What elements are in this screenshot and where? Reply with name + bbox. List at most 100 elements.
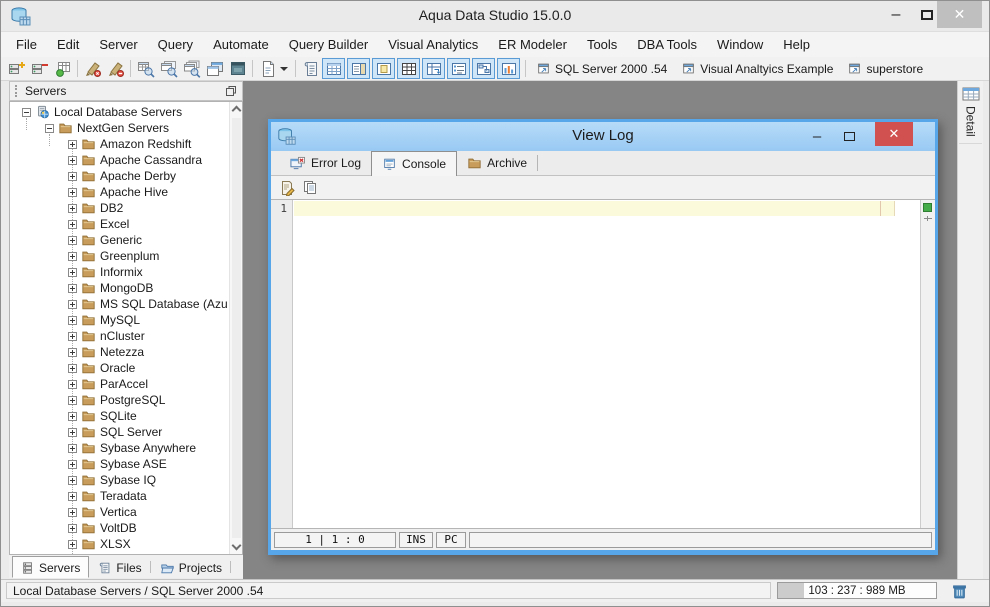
console-editor[interactable]: 1 [271, 199, 935, 529]
expand-toggle-icon[interactable] [68, 299, 77, 309]
expand-toggle-icon[interactable] [68, 491, 77, 501]
toolbar-window-button[interactable]: SQL Server 2000 .54 [529, 60, 674, 78]
dialog-title-bar[interactable]: View Log – ✕ [271, 122, 935, 151]
menu-item[interactable]: Window [707, 33, 773, 56]
tree-item[interactable]: nCluster [12, 328, 227, 344]
tree-item[interactable]: Sybase ASE [12, 456, 227, 472]
er-diagram-view-button[interactable] [472, 58, 495, 79]
menu-item[interactable]: ER Modeler [488, 33, 577, 56]
expand-toggle-icon[interactable] [68, 523, 77, 533]
toolbar-window-button[interactable]: Visual Analtyics Example [674, 60, 840, 78]
expand-toggle-icon[interactable] [68, 187, 77, 197]
menu-item[interactable]: Help [773, 33, 820, 56]
expand-toggle-icon[interactable] [68, 347, 77, 357]
expand-toggle-icon[interactable] [68, 283, 77, 293]
tree-item[interactable]: Oracle [12, 360, 227, 376]
list-view-button[interactable] [447, 58, 470, 79]
expand-toggle-icon[interactable] [68, 331, 77, 341]
expand-toggle-icon[interactable] [68, 267, 77, 277]
copy-button[interactable] [302, 180, 318, 196]
menu-item[interactable]: Query Builder [279, 33, 378, 56]
expand-toggle-icon[interactable] [68, 427, 77, 437]
tree-item[interactable] [12, 552, 227, 554]
tree-item[interactable]: NextGen Servers [12, 120, 227, 136]
tree-item[interactable]: ParAccel [12, 376, 227, 392]
tree-item[interactable]: Netezza [12, 344, 227, 360]
toolbar-window-button[interactable]: superstore [840, 60, 930, 78]
tree-item[interactable]: Sybase IQ [12, 472, 227, 488]
tree-item[interactable]: MySQL [12, 312, 227, 328]
tree-item[interactable]: Vertica [12, 504, 227, 520]
detail-tab[interactable]: Detail [959, 84, 982, 144]
expand-toggle-icon[interactable] [68, 507, 77, 517]
expand-toggle-icon[interactable] [68, 139, 77, 149]
expand-toggle-icon[interactable] [68, 363, 77, 373]
tree-item[interactable]: DB2 [12, 200, 227, 216]
tree-item[interactable]: Apache Hive [12, 184, 227, 200]
tree-item[interactable]: Generic [12, 232, 227, 248]
expand-toggle-icon[interactable] [68, 219, 77, 229]
expand-toggle-icon[interactable] [68, 171, 77, 181]
servers-panel-header[interactable]: Servers [9, 81, 243, 101]
grid-view-button[interactable] [322, 58, 345, 79]
dialog-tab[interactable]: Archive [457, 151, 539, 175]
connect-table-button[interactable] [51, 58, 74, 79]
panel-tab[interactable]: Projects [151, 556, 232, 578]
unregister-server-button[interactable] [28, 58, 51, 79]
tree-item[interactable]: Excel [12, 216, 227, 232]
register-server-button[interactable] [5, 58, 28, 79]
menu-item[interactable]: DBA Tools [627, 33, 707, 56]
find-table-windows-button[interactable] [180, 58, 203, 79]
tree-item[interactable]: VoltDB [12, 520, 227, 536]
tree-item[interactable]: Amazon Redshift [12, 136, 227, 152]
expand-toggle-icon[interactable] [68, 459, 77, 469]
drag-grip-icon[interactable] [15, 85, 18, 97]
menu-item[interactable]: File [6, 33, 47, 56]
tree-item[interactable]: Apache Cassandra [12, 152, 227, 168]
expand-toggle-icon[interactable] [68, 315, 77, 325]
panel-tab[interactable]: Files [89, 556, 152, 578]
float-panel-icon[interactable] [225, 85, 237, 97]
dialog-tab[interactable]: Console [371, 151, 458, 176]
cleanup-brush-remove-button[interactable] [104, 58, 127, 79]
table-view-button[interactable] [397, 58, 420, 79]
document-view-button[interactable] [372, 58, 395, 79]
garbage-collect-icon[interactable] [951, 583, 969, 600]
find-table-window-button[interactable] [157, 58, 180, 79]
chart-view-button[interactable] [497, 58, 520, 79]
cascade-windows-button[interactable] [203, 58, 226, 79]
tree-item[interactable]: MS SQL Database (Azure) [12, 296, 227, 312]
tree-item[interactable]: Local Database Servers [12, 104, 227, 120]
minimize-button[interactable]: – [883, 1, 909, 29]
scroll-down-icon[interactable] [231, 540, 242, 551]
cleanup-brush-button[interactable] [81, 58, 104, 79]
expand-toggle-icon[interactable] [68, 155, 77, 165]
menu-item[interactable]: Automate [203, 33, 279, 56]
menu-item[interactable]: Server [89, 33, 147, 56]
expand-toggle-icon[interactable] [68, 379, 77, 389]
menu-item[interactable]: Edit [47, 33, 89, 56]
expand-toggle-icon[interactable] [68, 443, 77, 453]
tree-item[interactable]: Teradata [12, 488, 227, 504]
find-table-button[interactable] [134, 58, 157, 79]
dialog-tab[interactable]: Error Log [279, 151, 373, 175]
tree-item[interactable]: SQLite [12, 408, 227, 424]
new-file-button[interactable] [256, 58, 279, 79]
tree-item[interactable]: PostgreSQL [12, 392, 227, 408]
tree-item[interactable]: XLSX [12, 536, 227, 552]
menu-item[interactable]: Tools [577, 33, 627, 56]
tree-item[interactable]: Apache Derby [12, 168, 227, 184]
edit-document-button[interactable] [279, 180, 295, 196]
tree-scrollbar[interactable] [229, 102, 242, 554]
expand-toggle-icon[interactable] [68, 251, 77, 261]
tree-item[interactable]: SQL Server [12, 424, 227, 440]
panel-tab[interactable]: Servers [12, 556, 90, 578]
expand-toggle-icon[interactable] [68, 235, 77, 245]
tree-item[interactable]: Sybase Anywhere [12, 440, 227, 456]
expand-toggle-icon[interactable] [68, 539, 77, 549]
form-view-button[interactable] [347, 58, 370, 79]
expand-toggle-icon[interactable] [45, 123, 54, 133]
dialog-maximize-button[interactable] [837, 124, 861, 148]
expand-toggle-icon[interactable] [68, 203, 77, 213]
dialog-close-button[interactable]: ✕ [875, 122, 913, 146]
